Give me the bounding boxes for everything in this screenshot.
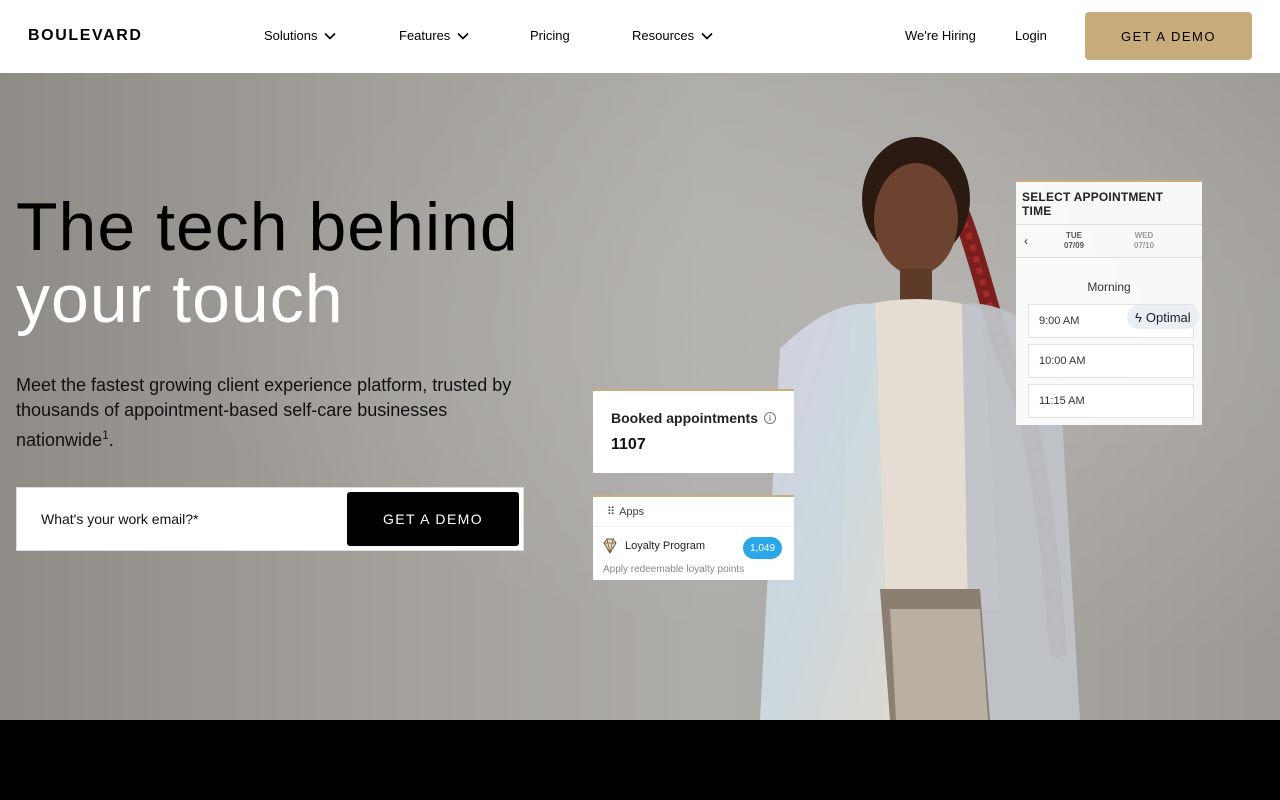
booked-label: Booked appointments <box>611 410 759 426</box>
day-date: 07/09 <box>1064 241 1085 250</box>
nav-resources-label: Resources <box>632 28 695 43</box>
hero-subtext-text: Meet the fastest growing client experien… <box>16 375 512 450</box>
nav-solutions[interactable]: Solutions <box>264 28 337 43</box>
apps-header: ⠿ Apps <box>593 497 794 527</box>
get-demo-button-hero[interactable]: GET A DEMO <box>347 492 519 546</box>
booked-label-row: Booked appointments i <box>611 410 777 426</box>
day-date: 07/10 <box>1134 241 1155 250</box>
email-form: What's your work email?* GET A DEMO <box>16 487 524 551</box>
day-selector: ‹ TUE 07/09 WED 07/10 <box>1016 224 1202 258</box>
nav-pricing[interactable]: Pricing <box>530 28 570 43</box>
optimal-badge: ϟ Optimal <box>1127 305 1199 329</box>
appointment-card-title: SELECT APPOINTMENT TIME <box>1022 190 1164 218</box>
diamond-icon <box>603 538 617 554</box>
day-name: TUE <box>1066 231 1083 240</box>
chevron-left-icon: ‹ <box>1024 234 1028 248</box>
time-slot: 10:00 AM <box>1028 344 1194 378</box>
hero-subtext: Meet the fastest growing client experien… <box>16 375 512 450</box>
info-icon: i <box>764 412 777 424</box>
loyalty-count-badge: 1,049 <box>743 537 783 559</box>
footnote-marker[interactable]: 1 <box>102 428 109 442</box>
brand-logo[interactable]: BOULEVARD <box>28 27 143 45</box>
loyalty-label: Loyalty Program <box>625 540 706 552</box>
day-tue: TUE 07/09 <box>1064 231 1084 251</box>
loyalty-description: Apply redeemable loyalty points <box>603 564 745 575</box>
optimal-label: Optimal <box>1145 309 1191 325</box>
booked-value: 1107 <box>611 436 646 453</box>
day-wed: WED 07/10 <box>1134 231 1154 251</box>
nav-features-label: Features <box>399 28 451 43</box>
top-navigation: BOULEVARD Solutions Features Pricing Res… <box>0 0 1280 73</box>
hero-headline: The tech behind your touch <box>16 191 519 335</box>
chevron-down-icon <box>457 32 469 40</box>
time-slot: 11:15 AM <box>1028 384 1194 418</box>
nav-features[interactable]: Features <box>399 28 470 43</box>
loyalty-row: Loyalty Program <box>601 537 705 555</box>
period-label: Morning <box>1087 280 1131 294</box>
nav-pricing-label: Pricing <box>530 28 570 43</box>
day-name: WED <box>1134 231 1154 240</box>
booked-appointments-card: Booked appointments i 1107 <box>593 389 794 473</box>
apps-card: ⠿ Apps Loyalty Program 1,049 Apply redee… <box>593 495 794 580</box>
apps-title: Apps <box>619 505 645 518</box>
headline-line-1: The tech behind <box>16 189 519 265</box>
nav-solutions-label: Solutions <box>264 28 318 43</box>
footer-band <box>0 720 1280 800</box>
get-demo-button-header[interactable]: GET A DEMO <box>1085 12 1252 60</box>
appointment-time-card: SELECT APPOINTMENT TIME ‹ TUE 07/09 WED … <box>1016 180 1202 425</box>
hero-section: The tech behind your touch Meet the fast… <box>0 73 1280 720</box>
nav-hiring-link[interactable]: We're Hiring <box>905 28 976 43</box>
lightning-icon: ϟ <box>1135 309 1142 325</box>
nav-resources[interactable]: Resources <box>632 28 714 43</box>
nav-login-link[interactable]: Login <box>1015 28 1047 43</box>
grid-icon: ⠿ <box>607 506 616 518</box>
chevron-down-icon <box>701 32 713 40</box>
chevron-down-icon <box>324 32 337 40</box>
email-input[interactable]: What's your work email?* <box>41 511 199 527</box>
headline-line-2: your touch <box>16 261 344 337</box>
